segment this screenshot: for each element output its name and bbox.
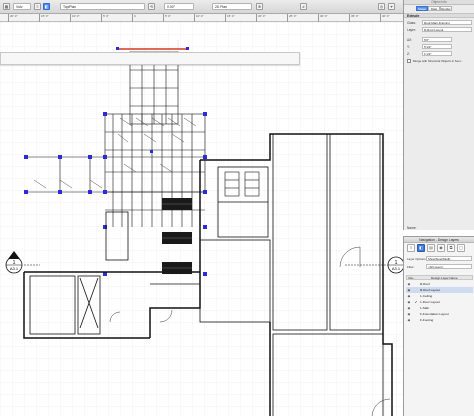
layer-label: Layer: [407, 28, 416, 32]
ruler-tick: 40' 0" [380, 14, 389, 22]
class-select[interactable]: Volv [13, 3, 31, 10]
floor-plan-drawing[interactable]: 1 A3.1 1 A3.1 [0, 22, 403, 416]
object-info-palette: Object Info Shape Data Render Extrude Cl… [403, 0, 474, 230]
tab-data[interactable]: Data [428, 6, 440, 11]
ruler-tick: 15' 0" [39, 14, 48, 22]
nav-tab-viewports-icon[interactable]: ▢ [457, 244, 465, 252]
canvas-grid [0, 22, 403, 416]
z-field[interactable]: 1'1/2" [422, 51, 452, 56]
class-field[interactable]: Roof-Main-Framing [422, 20, 472, 25]
y-field[interactable]: 5'1/2" [422, 44, 452, 49]
ruler-tick: 10' 0" [70, 14, 79, 22]
object-info-tabs: Shape Data Render [416, 6, 452, 11]
ruler-tick: 20' 0" [256, 14, 265, 22]
ruler-tick: 25' 0" [287, 14, 296, 22]
layer-name: F-Footing [420, 318, 434, 322]
rotation-select[interactable]: 0.00° [164, 3, 194, 10]
view-select[interactable]: Top/Plan [60, 3, 145, 10]
ruler-tick: 30' 0" [318, 14, 327, 22]
view-dropdown-overlay[interactable] [0, 52, 300, 65]
nav-tab-layers-icon[interactable]: ◧ [417, 244, 425, 252]
nav-tab-sheets-icon[interactable]: ▤ [427, 244, 435, 252]
navigation-palette: Navigation - Design Layers ≡ ◧ ▤ ◉ ⧉ ▢ L… [403, 236, 474, 416]
tab-shape[interactable]: Shape [416, 6, 428, 11]
nav-tab-views-icon[interactable]: ◉ [437, 244, 445, 252]
snap-icon[interactable]: ◎ [378, 3, 385, 10]
section-marker-right-sheet: A3.1 [392, 266, 401, 271]
tab-render[interactable]: Render [440, 6, 452, 11]
ruler-tick: 35' 0" [349, 14, 358, 22]
drawing-canvas[interactable]: 1 A3.1 1 A3.1 [0, 22, 403, 416]
ruler-tick: 5' 0" [163, 14, 171, 22]
layer-visibility-icon[interactable]: ◧ [43, 3, 50, 10]
eye-icon[interactable]: ◉ [407, 317, 411, 323]
layer-list-header: Visi... Design Layer Name [406, 275, 473, 280]
filter-label: Filter: [407, 265, 415, 269]
layer-options-select[interactable]: Show/Snap/Modif... [426, 256, 472, 261]
name-label: Name: [407, 226, 417, 230]
nav-tab-classes-icon[interactable]: ≡ [407, 244, 415, 252]
visibility-column-header[interactable]: Visi... [408, 276, 415, 280]
z-label: Z: [407, 52, 410, 56]
view-toolbar: ▦ Volv ≡ ◧ Top/Plan ⟲ 0.00° 2D Plan ⊕ # … [0, 0, 403, 14]
zoom-icon[interactable]: ⊕ [256, 3, 263, 10]
magnet-icon[interactable]: ⌖ [388, 3, 395, 10]
beam-stacks[interactable] [162, 198, 192, 274]
ruler-tick: 20' 0" [8, 14, 17, 22]
delta-x-label: ΔX: [407, 38, 413, 42]
selection-tool-icon[interactable]: ▦ [3, 3, 10, 10]
rotate-view-icon[interactable]: ⟲ [148, 3, 155, 10]
delta-x-field[interactable]: 6'0" [422, 37, 452, 42]
ruler-tick: 0 [132, 14, 136, 22]
ruler-tick: 10' 0" [194, 14, 203, 22]
layer-row-f-footing[interactable]: ◉ F-Footing [406, 317, 473, 323]
view-options-icon[interactable]: ≡ [34, 3, 41, 10]
render-mode-select[interactable]: 2D Plan [212, 3, 252, 10]
navigation-title[interactable]: Navigation - Design Layers [404, 237, 474, 243]
object-info-title[interactable]: Object Info [404, 0, 474, 5]
filter-select[interactable]: <All Layers> [426, 264, 472, 269]
top-ruler[interactable]: 20' 0" 15' 0" 10' 0" 5' 0" 0 5' 0" 10' 0" 15' 0… [0, 14, 403, 22]
layer-options-label: Layer Options: [407, 257, 427, 261]
grid-icon[interactable]: # [300, 3, 307, 10]
ruler-tick: 15' 0" [225, 14, 234, 22]
merge-structural-checkbox[interactable] [407, 59, 411, 63]
y-label: Y: [407, 45, 410, 49]
ruler-tick: 5' 0" [101, 14, 109, 22]
layer-name-column-header[interactable]: Design Layer Name [431, 276, 458, 280]
section-marker-left-sheet: A3.1 [10, 266, 19, 271]
class-label: Class: [407, 21, 416, 25]
layer-field[interactable]: R-Roof Layout [422, 27, 472, 32]
nav-tab-references-icon[interactable]: ⧉ [447, 244, 455, 252]
merge-structural-label: Merge with Structural Objects in Sect... [413, 59, 463, 63]
object-type-heading: Extrude [404, 13, 474, 18]
